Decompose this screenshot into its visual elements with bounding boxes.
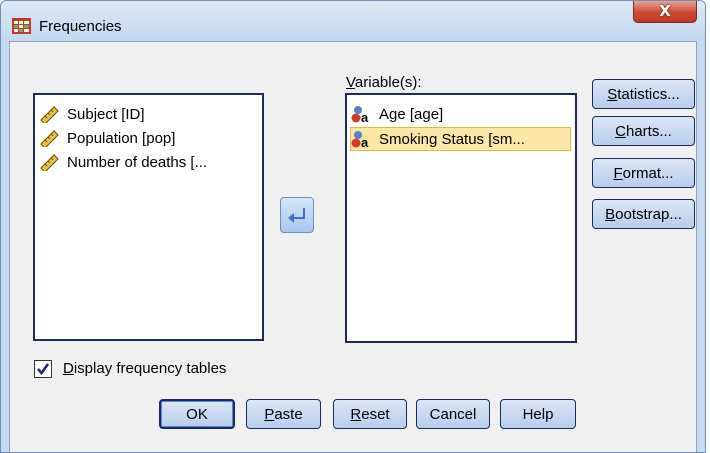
display-frequency-tables-label[interactable]: Display frequency tables — [63, 360, 226, 377]
svg-text:a: a — [361, 135, 369, 148]
window-title: Frequencies — [39, 18, 122, 35]
target-variable-list[interactable]: a Age [age] a Smoking Status [sm... — [345, 93, 577, 343]
list-item[interactable]: Subject [ID] — [39, 103, 145, 125]
arrow-left-icon — [288, 208, 305, 223]
paste-button[interactable]: Paste — [246, 399, 321, 429]
list-item[interactable]: Number of deaths [... — [39, 151, 207, 173]
ruler-icon — [40, 130, 59, 147]
bootstrap-button[interactable]: Bootstrap... — [592, 199, 695, 229]
cancel-button[interactable]: Cancel — [416, 399, 490, 429]
frequencies-app-icon — [12, 18, 31, 34]
format-button[interactable]: Format... — [592, 158, 695, 188]
variables-label: Variable(s): — [346, 74, 422, 91]
frequencies-dialog: Frequencies X Subject [ID] Population [p… — [0, 0, 706, 453]
move-variable-button[interactable] — [280, 197, 314, 233]
svg-text:a: a — [361, 110, 369, 123]
variable-label: Subject [ID] — [67, 105, 145, 123]
close-icon: X — [659, 2, 671, 20]
list-item[interactable]: a Age [age] — [351, 103, 443, 125]
reset-button[interactable]: Reset — [333, 399, 407, 429]
ok-button[interactable]: OK — [159, 399, 235, 429]
display-frequency-tables-checkbox[interactable] — [34, 360, 52, 378]
nominal-variable-icon: a — [351, 106, 369, 123]
close-button[interactable]: X — [633, 1, 697, 23]
ruler-icon — [40, 154, 59, 171]
ruler-icon — [40, 106, 59, 123]
help-button[interactable]: Help — [500, 399, 576, 429]
charts-button[interactable]: Charts... — [592, 116, 695, 146]
variable-label: Smoking Status [sm... — [379, 130, 525, 148]
dialog-body: Subject [ID] Population [pop] Number of … — [9, 41, 697, 452]
variable-label: Number of deaths [... — [67, 153, 208, 171]
statistics-button[interactable]: Statistics... — [592, 79, 695, 109]
variable-label: Age [age] — [379, 105, 444, 123]
checkmark-icon — [37, 363, 50, 376]
source-variable-list[interactable]: Subject [ID] Population [pop] Number of … — [33, 93, 264, 341]
list-item[interactable]: a Smoking Status [sm... — [350, 127, 571, 151]
variable-label: Population [pop] — [67, 129, 176, 147]
title-bar[interactable]: Frequencies X — [1, 1, 705, 41]
nominal-variable-icon: a — [351, 131, 369, 148]
list-item[interactable]: Population [pop] — [39, 127, 175, 149]
